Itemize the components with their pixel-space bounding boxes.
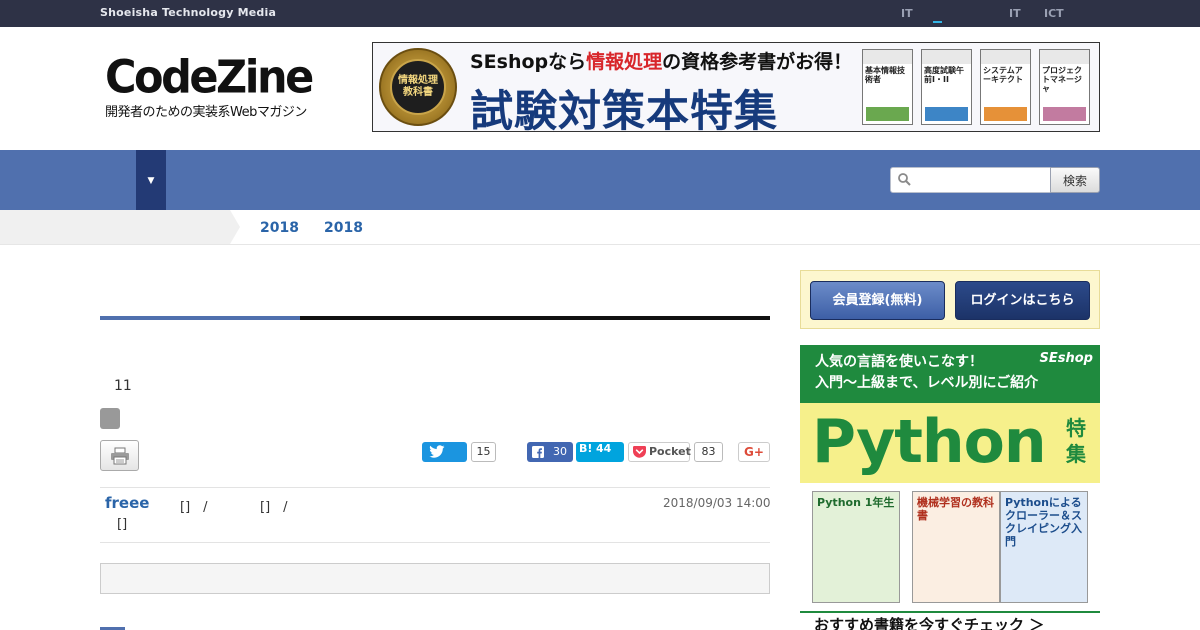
site-search: 検索	[890, 167, 1100, 193]
search-icon	[898, 173, 911, 186]
search-input[interactable]	[890, 167, 1051, 193]
breadcrumb-separator	[230, 210, 240, 244]
twitter-share-button[interactable]	[422, 442, 467, 462]
nav-menu-toggle[interactable]: ▼	[136, 150, 166, 210]
ad-seal-text: 情報処理 教科書	[390, 59, 446, 115]
publish-date: 2018/09/03 14:00	[663, 496, 771, 510]
ad-book-cover: 基本情報技術者	[862, 49, 913, 125]
title-rule-accent	[100, 316, 300, 320]
topbar-active-indicator	[933, 21, 942, 23]
python-ad-title-band: Python 特集	[800, 403, 1100, 483]
ad-headline-highlight: 情報処理	[586, 51, 663, 73]
python-books-ad[interactable]: 人気の言語を使いこなす！ 入門〜上級まで、レベル別にご紹介 SEshop Pyt…	[800, 345, 1100, 630]
python-ad-word: Python	[812, 407, 1047, 477]
byline-divider	[100, 542, 770, 543]
author-role: []	[117, 517, 128, 532]
breadcrumb: 2018 2018	[0, 210, 1200, 245]
facebook-share-count: 30	[553, 445, 567, 458]
facebook-share-button[interactable]: 30	[527, 442, 573, 462]
topbar-link-it[interactable]: IT	[901, 7, 913, 20]
ad-book-title: システムアーキテクト	[983, 66, 1023, 84]
register-button[interactable]: 会員登録(無料)	[810, 281, 945, 320]
ad-book-cover: システムアーキテクト	[980, 49, 1031, 125]
python-ad-suffix: 特集	[1066, 416, 1086, 466]
python-ad-cta: おすすめ書籍を今すぐチェック ＞	[800, 611, 1100, 630]
ad-headline-prefix: SEshopなら	[470, 51, 587, 73]
top-bar: Shoeisha Technology Media IT IT ICT	[0, 0, 1200, 27]
search-button[interactable]: 検索	[1050, 167, 1100, 193]
article-category-badge	[100, 408, 120, 429]
google-plus-share-button[interactable]: G+	[738, 442, 770, 462]
python-ad-book-title: Pythonによるクローラー＆スクレイピング入門	[1005, 496, 1082, 548]
python-ad-book-title: Python 1年生	[817, 496, 895, 509]
title-rule	[300, 316, 770, 320]
login-button[interactable]: ログインはこちら	[955, 281, 1090, 320]
breadcrumb-item[interactable]: 2018	[324, 220, 363, 236]
pocket-save-count: 83	[694, 442, 723, 462]
twitter-share-count: 15	[471, 442, 496, 462]
author-name-link[interactable]: freee	[105, 494, 149, 512]
print-button[interactable]	[100, 440, 139, 471]
pocket-icon	[633, 446, 646, 458]
author-role: [] /	[180, 500, 208, 515]
member-box: 会員登録(無料) ログインはこちら	[800, 270, 1100, 329]
breadcrumb-item[interactable]: 2018	[260, 220, 299, 236]
logo-word: CodeZine	[105, 51, 314, 105]
pocket-label: Pocket	[649, 445, 691, 458]
python-ad-headline: 人気の言語を使いこなす！ 入門〜上級まで、レベル別にご紹介	[815, 352, 1038, 394]
python-ad-book-title: 機械学習の教科書	[917, 496, 994, 522]
facebook-icon	[532, 446, 544, 458]
seshop-logo: SEshop	[1039, 351, 1093, 366]
pocket-save-button[interactable]: Pocket	[628, 442, 691, 462]
exam-books-ad-banner[interactable]: 情報処理 教科書 SEshopなら情報処理の資格参考書がお得！ 試験対策本特集 …	[372, 42, 1100, 132]
site-network-brand[interactable]: Shoeisha Technology Media	[100, 6, 276, 19]
ad-title: 試験対策本特集	[470, 87, 778, 132]
python-ad-book-cover: 機械学習の教科書	[912, 491, 1000, 603]
article-summary-box	[100, 563, 770, 594]
ad-book-title: 基本情報技術者	[865, 66, 905, 84]
article-page-number: 11	[114, 378, 132, 394]
python-ad-book-row: Python 1年生 機械学習の教科書 Pythonによるクローラー＆スクレイピ…	[800, 483, 1100, 611]
ad-headline-suffix: の資格参考書がお得！	[662, 51, 853, 73]
python-ad-book-cover: Python 1年生	[812, 491, 900, 603]
hatena-bookmark-icon: B!	[579, 442, 593, 455]
breadcrumb-home[interactable]	[0, 210, 230, 244]
hatena-bookmark-count: 44	[596, 442, 612, 455]
printer-icon	[111, 447, 129, 465]
chevron-down-icon: ▼	[147, 176, 155, 186]
twitter-bird-icon	[429, 445, 445, 458]
ad-headline: SEshopなら情報処理の資格参考書がお得！	[470, 47, 852, 74]
hatena-bookmark-button[interactable]: B! 44	[576, 442, 624, 462]
codezine-logo[interactable]: CodeZine 開発者のための実装系Webマガジン	[105, 51, 330, 120]
byline-divider	[100, 487, 770, 488]
topbar-link-it-2[interactable]: IT	[1009, 7, 1021, 20]
ad-book-cover: プロジェクトマネージャ	[1039, 49, 1090, 125]
ad-book-cover: 高度試験午前I・II	[921, 49, 972, 125]
topbar-link-ict[interactable]: ICT	[1044, 7, 1064, 20]
ad-book-title: プロジェクトマネージャ	[1042, 66, 1082, 93]
ad-seal-badge: 情報処理 教科書	[379, 48, 457, 126]
python-ad-book-cover: Pythonによるクローラー＆スクレイピング入門	[1000, 491, 1088, 603]
python-ad-headline-line: 入門〜上級まで、レベル別にご紹介	[815, 375, 1039, 391]
python-ad-headline-line: 人気の言語を使いこなす！	[815, 354, 983, 370]
ad-book-title: 高度試験午前I・II	[924, 66, 964, 84]
author-role: [] /	[260, 500, 288, 515]
